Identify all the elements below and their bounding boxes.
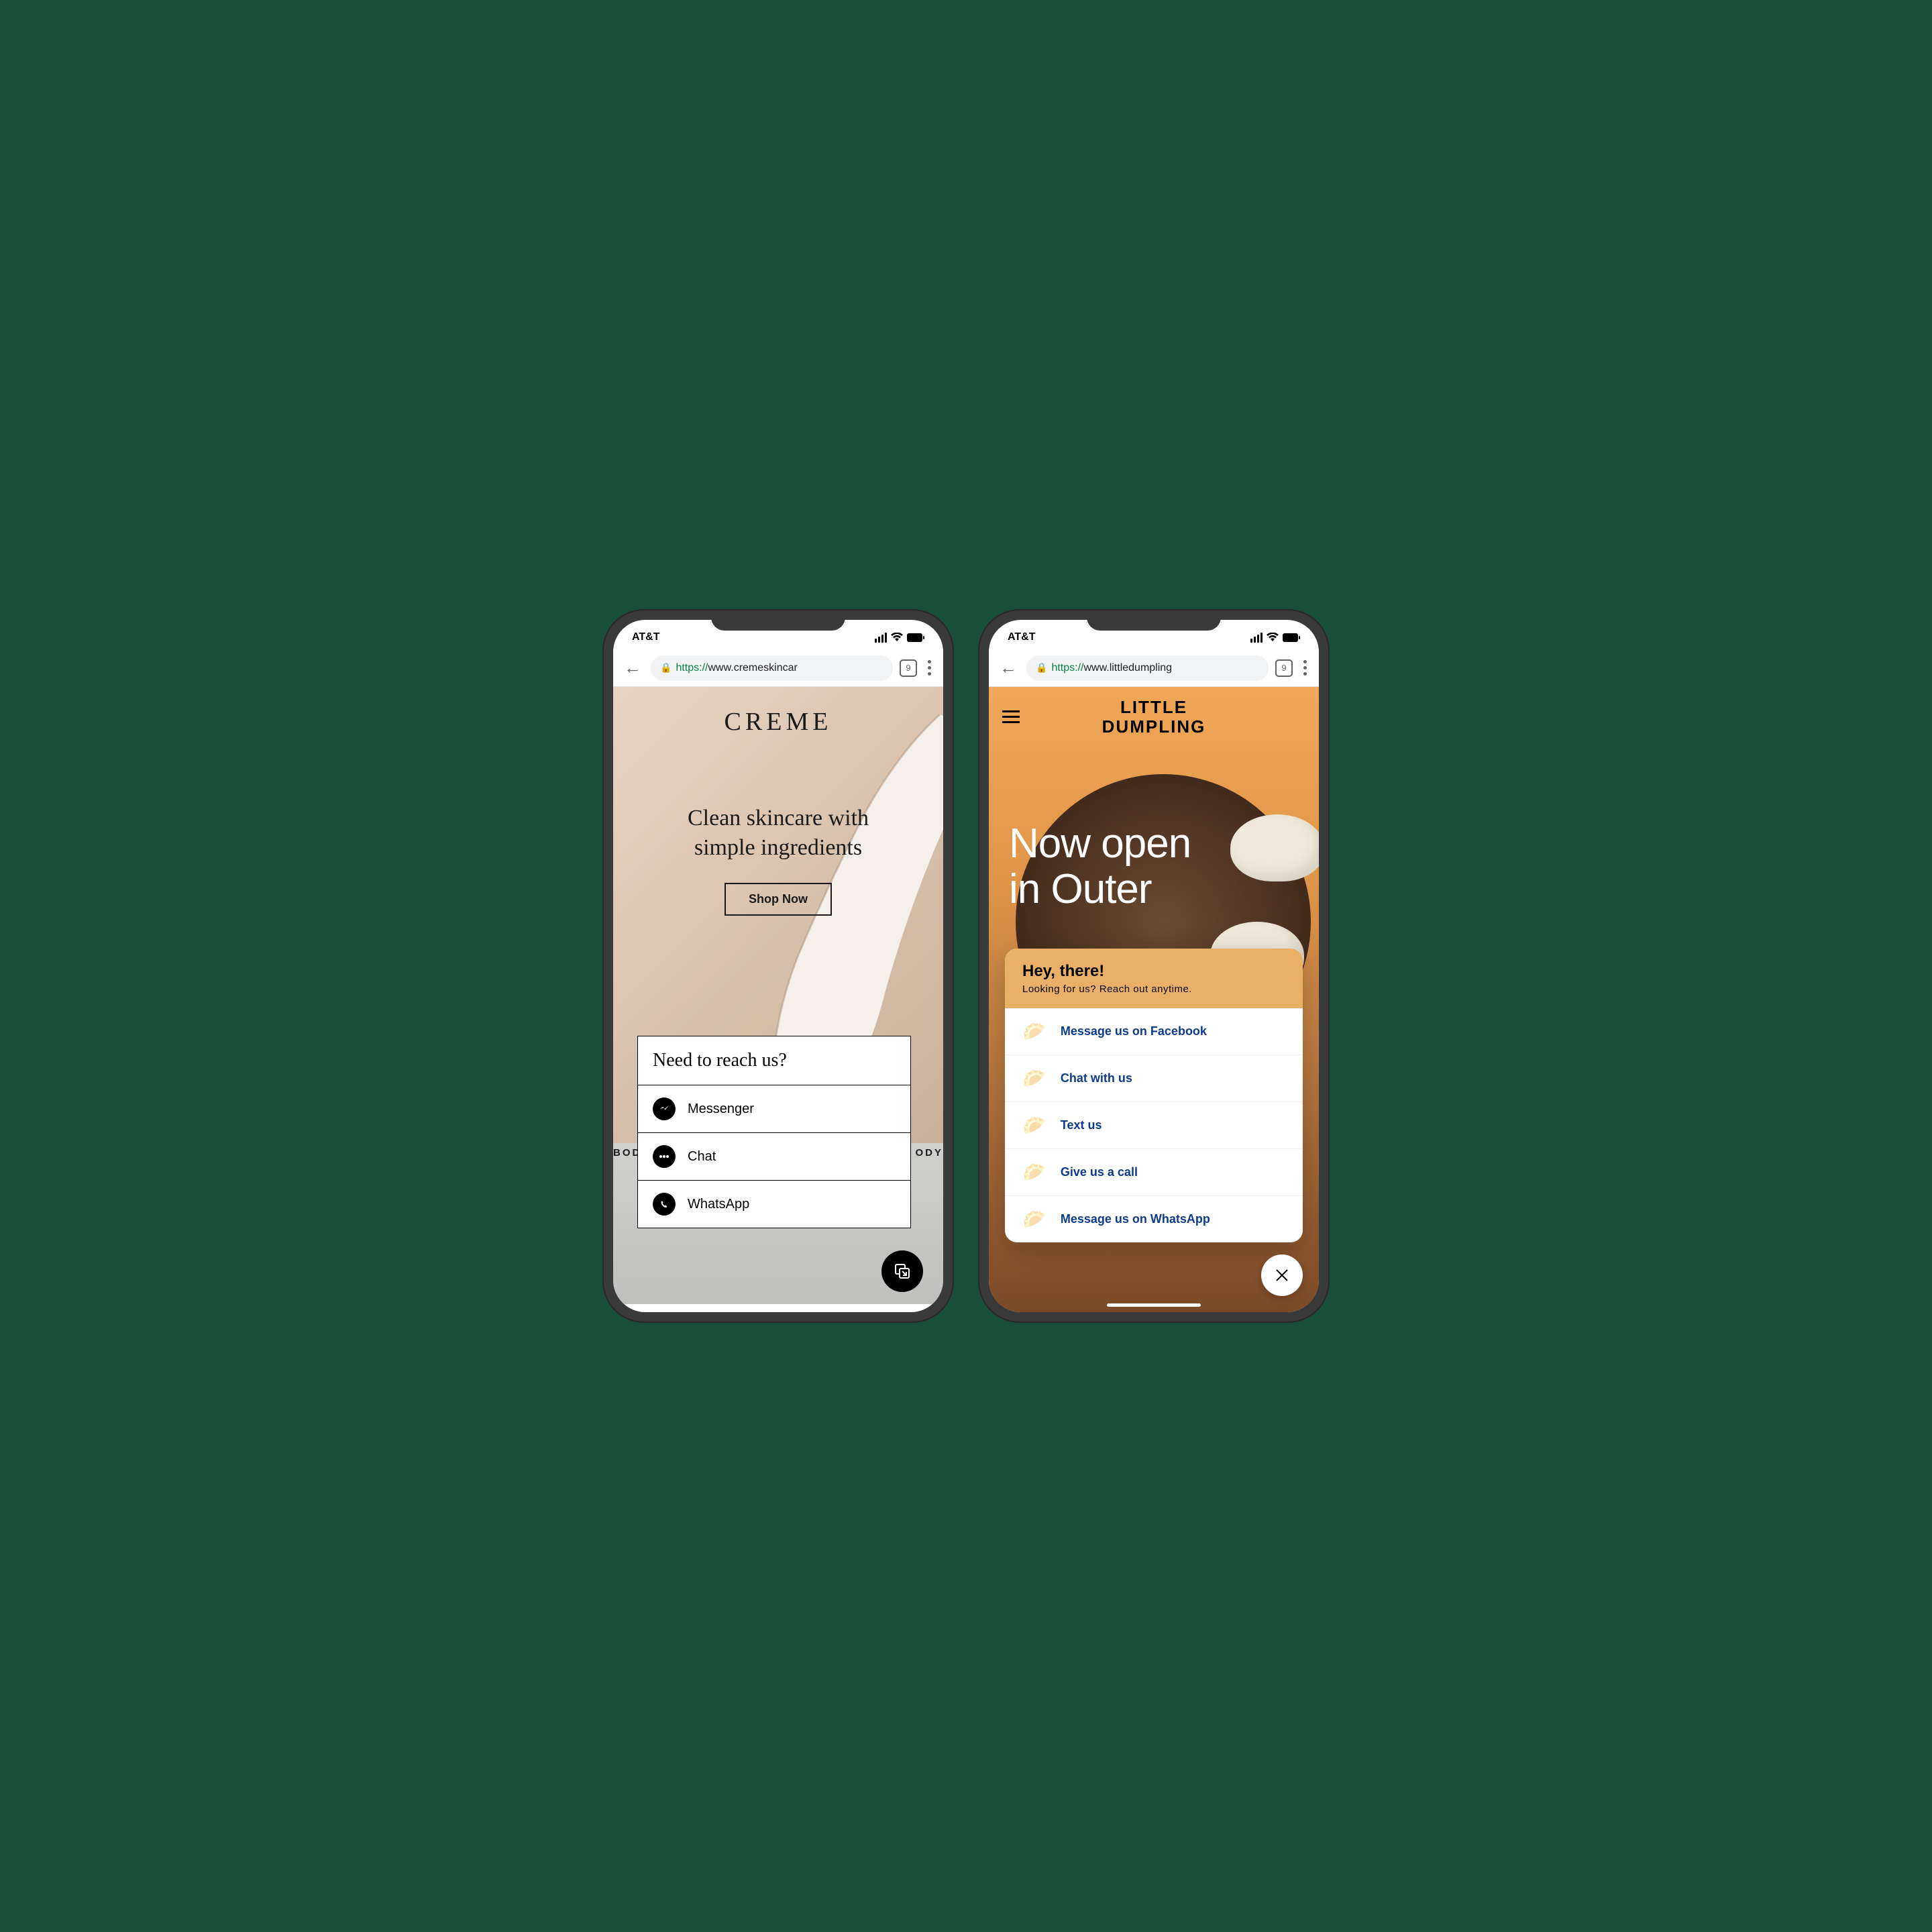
logo-line2: DUMPLING [1020,717,1288,737]
contact-panel-title: Need to reach us? [638,1036,910,1085]
tagline-line1: Clean skincare with [688,804,869,833]
contact-label: WhatsApp [688,1197,749,1212]
chat-option-chat[interactable]: 🥟 Chat with us [1005,1055,1303,1102]
chat-option-label: Chat with us [1061,1071,1132,1085]
hero-headline: Now open in Outer [1009,821,1191,912]
nav-item-right[interactable]: ODY [915,1147,943,1159]
tagline-line2: simple ingredients [688,833,869,863]
tab-switcher[interactable]: 9 [1275,659,1293,677]
signal-icon [875,633,887,643]
chat-title: Hey, there! [1022,962,1285,981]
wifi-icon [891,633,903,642]
phone-notch [711,610,845,631]
status-icons [1250,633,1300,643]
chat-option-text[interactable]: 🥟 Text us [1005,1102,1303,1149]
signal-icon [1250,633,1263,643]
brand-logo: LITTLE DUMPLING [1020,698,1288,736]
url-domain: www.littledumpling [1083,662,1172,674]
chat-option-label: Message us on Facebook [1061,1024,1207,1038]
menu-button[interactable] [1002,710,1020,723]
chat-option-label: Text us [1061,1118,1102,1132]
phone-screen: AT&T ← 🔒 https://www.cremeskincar 9 [613,620,943,1312]
chat-subtitle: Looking for us? Reach out anytime. [1022,983,1285,995]
browser-menu[interactable] [1299,660,1311,676]
contact-label: Chat [688,1149,716,1165]
url-bar[interactable]: 🔒 https://www.littledumpling [1026,655,1269,681]
phone-frame-creme: AT&T ← 🔒 https://www.cremeskincar 9 [604,610,953,1322]
chat-icon [653,1145,676,1168]
logo-line1: LITTLE [1020,698,1288,717]
site-header: LITTLE DUMPLING [989,687,1319,747]
dumpling-icon: 🥟 [1022,1208,1046,1230]
carrier-label: AT&T [632,631,659,643]
browser-menu[interactable] [924,660,935,676]
hero-tagline: Clean skincare with simple ingredients [688,804,869,863]
browser-bar: ← 🔒 https://www.littledumpling 9 [989,649,1319,687]
contact-option-whatsapp[interactable]: WhatsApp [638,1181,910,1228]
chat-option-label: Message us on WhatsApp [1061,1212,1210,1226]
dumpling-icon: 🥟 [1022,1020,1046,1042]
phone-notch [1087,610,1221,631]
home-indicator[interactable] [1107,1303,1201,1307]
brand-logo: CREME [724,707,833,737]
contact-option-chat[interactable]: Chat [638,1133,910,1181]
headline-line2: in Outer [1009,867,1191,912]
tab-switcher[interactable]: 9 [900,659,917,677]
battery-icon [907,633,924,642]
browser-bar: ← 🔒 https://www.cremeskincar 9 [613,649,943,687]
messenger-icon [653,1097,676,1120]
contact-label: Messenger [688,1102,754,1117]
url-domain: www.cremeskincar [708,662,797,674]
whatsapp-icon [653,1193,676,1216]
url-protocol: https:// [1051,662,1083,674]
chat-panel-header: Hey, there! Looking for us? Reach out an… [1005,949,1303,1008]
carrier-label: AT&T [1008,631,1035,643]
status-icons [875,633,924,643]
phone-screen: AT&T ← 🔒 https://www.littledumpling 9 [989,620,1319,1312]
back-button[interactable]: ← [997,657,1020,678]
dumpling-icon: 🥟 [1022,1067,1046,1089]
phone-frame-dumpling: AT&T ← 🔒 https://www.littledumpling 9 [979,610,1328,1322]
contact-fab[interactable] [881,1250,923,1292]
url-bar[interactable]: 🔒 https://www.cremeskincar [651,655,893,681]
lock-icon: 🔒 [660,662,672,674]
lock-icon: 🔒 [1036,662,1047,674]
dumpling-graphic [1230,814,1319,881]
headline-line1: Now open [1009,821,1191,867]
dumpling-icon: 🥟 [1022,1114,1046,1136]
chat-option-label: Give us a call [1061,1165,1138,1179]
chat-option-facebook[interactable]: 🥟 Message us on Facebook [1005,1008,1303,1055]
wifi-icon [1267,633,1279,642]
back-button[interactable]: ← [621,657,644,678]
close-chat-button[interactable] [1261,1254,1303,1296]
url-protocol: https:// [676,662,708,674]
chat-option-whatsapp[interactable]: 🥟 Message us on WhatsApp [1005,1196,1303,1242]
page-content: LITTLE DUMPLING Now open in Outer Hey, t… [989,687,1319,1312]
chat-option-call[interactable]: 🥟 Give us a call [1005,1149,1303,1196]
dumpling-icon: 🥟 [1022,1161,1046,1183]
contact-option-messenger[interactable]: Messenger [638,1085,910,1133]
chat-panel: Hey, there! Looking for us? Reach out an… [1005,949,1303,1242]
battery-icon [1283,633,1300,642]
shop-now-button[interactable]: Shop Now [724,883,832,916]
contact-panel: Need to reach us? Messenger Chat WhatsAp… [637,1036,911,1228]
